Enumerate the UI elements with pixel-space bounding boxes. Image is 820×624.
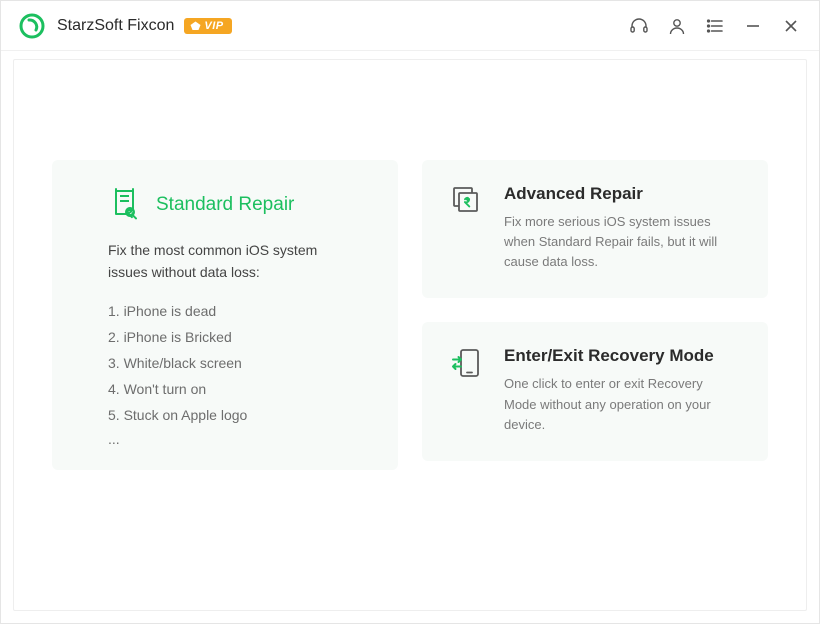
recovery-mode-title: Enter/Exit Recovery Mode	[504, 346, 724, 366]
advanced-repair-icon	[450, 184, 484, 218]
content-area: Standard Repair Fix the most common iOS …	[1, 51, 819, 623]
standard-repair-header: Standard Repair	[108, 188, 358, 222]
list-more: ...	[108, 431, 358, 447]
recovery-mode-desc: One click to enter or exit Recovery Mode…	[504, 374, 724, 434]
minimize-button[interactable]	[743, 16, 763, 36]
list-item: 4. Won't turn on	[108, 377, 358, 403]
menu-icon[interactable]	[705, 16, 725, 36]
list-item: 3. White/black screen	[108, 351, 358, 377]
list-item: 5. Stuck on Apple logo	[108, 403, 358, 429]
vip-badge[interactable]: VIP	[184, 18, 231, 34]
advanced-repair-title: Advanced Repair	[504, 184, 724, 204]
recovery-mode-card[interactable]: Enter/Exit Recovery Mode One click to en…	[422, 322, 768, 460]
window-controls	[629, 16, 801, 36]
standard-repair-icon	[108, 188, 142, 222]
recovery-mode-icon	[450, 346, 484, 380]
advanced-repair-desc: Fix more serious iOS system issues when …	[504, 212, 724, 272]
app-title: StarzSoft Fixcon	[57, 17, 174, 35]
cards-container: Standard Repair Fix the most common iOS …	[14, 160, 806, 470]
standard-repair-card[interactable]: Standard Repair Fix the most common iOS …	[52, 160, 398, 470]
titlebar: StarzSoft Fixcon VIP	[1, 1, 819, 51]
list-item: 2. iPhone is Bricked	[108, 325, 358, 351]
main-panel: Standard Repair Fix the most common iOS …	[13, 59, 807, 611]
list-item: 1. iPhone is dead	[108, 299, 358, 325]
vip-label: VIP	[204, 20, 223, 32]
account-icon[interactable]	[667, 16, 687, 36]
standard-repair-subtitle: Fix the most common iOS system issues wi…	[108, 240, 358, 283]
standard-repair-title: Standard Repair	[156, 194, 294, 216]
advanced-repair-card[interactable]: Advanced Repair Fix more serious iOS sys…	[422, 160, 768, 298]
app-logo-icon	[19, 13, 45, 39]
support-icon[interactable]	[629, 16, 649, 36]
app-window: StarzSoft Fixcon VIP	[0, 0, 820, 624]
close-button[interactable]	[781, 16, 801, 36]
standard-repair-list: 1. iPhone is dead 2. iPhone is Bricked 3…	[108, 299, 358, 428]
